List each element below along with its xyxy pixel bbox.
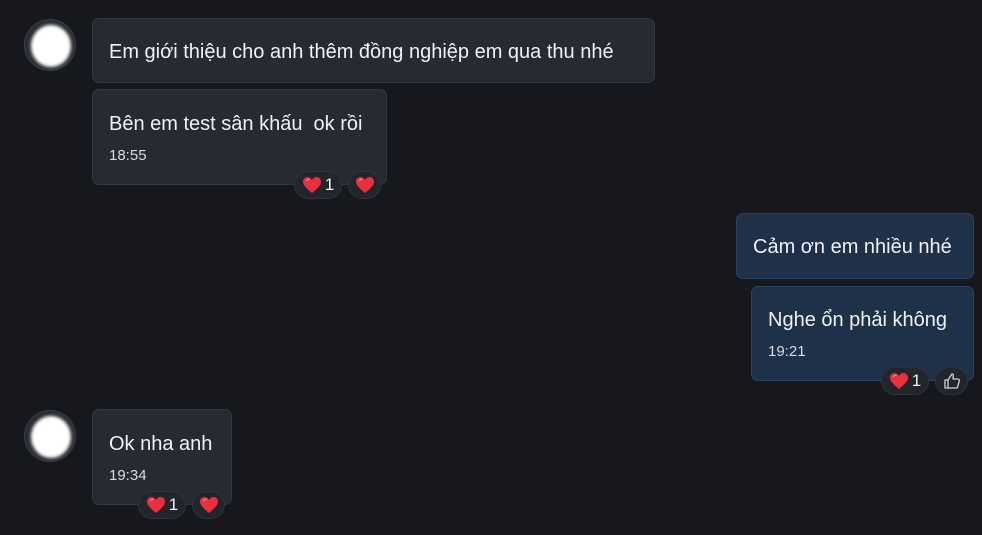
heart-icon xyxy=(199,496,219,514)
reaction-heart-count[interactable]: 1 xyxy=(881,367,929,395)
reaction-heart-count[interactable]: 1 xyxy=(138,491,186,519)
message-text: Bên em test sân khấu ok rồi xyxy=(109,113,363,135)
message-text: Cảm ơn em nhiều nhé xyxy=(753,236,952,258)
heart-icon xyxy=(146,496,166,514)
outgoing-message[interactable]: Cảm ơn em nhiều nhé xyxy=(736,213,974,279)
message-text: Em giới thiệu cho anh thêm đồng nghiệp e… xyxy=(109,41,614,63)
reaction-count: 1 xyxy=(324,175,335,194)
reaction-count: 1 xyxy=(168,495,179,514)
message-text: Ok nha anh xyxy=(109,433,213,455)
chat-thread: Em giới thiệu cho anh thêm đồng nghiệp e… xyxy=(0,0,982,535)
reaction-count: 1 xyxy=(911,371,922,390)
message-time: 19:34 xyxy=(109,467,147,484)
sender-avatar[interactable] xyxy=(24,19,76,71)
add-heart-reaction-button[interactable] xyxy=(348,171,381,199)
add-heart-reaction-button[interactable] xyxy=(192,491,225,519)
sender-avatar[interactable] xyxy=(24,410,76,462)
message-time: 19:21 xyxy=(768,343,806,360)
avatar-image xyxy=(31,416,71,458)
reaction-heart-count[interactable]: 1 xyxy=(294,171,342,199)
incoming-message[interactable]: Bên em test sân khấu ok rồi 18:55 xyxy=(92,89,387,185)
heart-icon xyxy=(302,176,322,194)
message-time: 18:55 xyxy=(109,147,147,164)
heart-icon xyxy=(889,372,909,390)
thumbs-up-icon xyxy=(943,372,961,390)
avatar-image xyxy=(31,25,71,67)
heart-icon xyxy=(355,176,375,194)
outgoing-message[interactable]: Nghe ổn phải không 19:21 xyxy=(751,286,974,381)
message-text: Nghe ổn phải không xyxy=(768,309,948,331)
like-reaction-button[interactable] xyxy=(935,367,968,395)
incoming-message[interactable]: Em giới thiệu cho anh thêm đồng nghiệp e… xyxy=(92,18,655,83)
